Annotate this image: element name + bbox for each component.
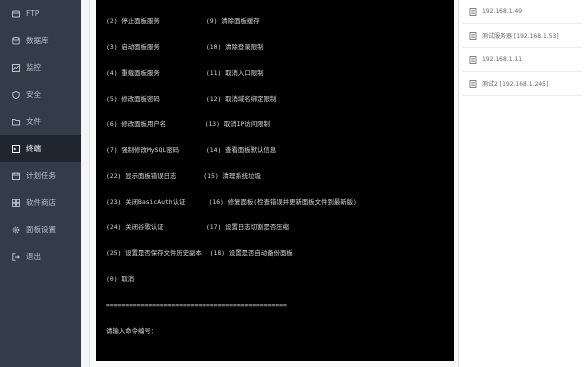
file-icon	[469, 55, 477, 64]
terminal-line: (7) 强制修改MySQL密码 (14) 查看面板默认信息	[106, 146, 277, 155]
sidebar-item-label: 数据库	[26, 36, 49, 45]
logout-icon	[12, 252, 20, 261]
sidebar-item-store[interactable]: 软件商店	[0, 189, 81, 216]
sidebar-item-label: 文件	[26, 117, 41, 126]
sidebar-item-label: 监控	[26, 63, 41, 72]
store-icon	[12, 198, 20, 207]
sidebar-item-database[interactable]: 数据库	[0, 27, 81, 54]
sidebar-item-label: 面板设置	[26, 225, 56, 234]
sidebar-item-settings[interactable]: 面板设置	[0, 216, 81, 243]
sidebar-item-terminal[interactable]: 终端	[0, 135, 81, 162]
terminal-line: (23) 关闭BasicAuth认证 (16) 修复面板(检查错误并更新面板文件…	[106, 197, 357, 206]
terminal-window[interactable]: (2) 停止面板服务 (9) 清除面板缓存 (3) 启动面板服务 (10) 清除…	[96, 0, 454, 361]
host-label: 测试2 [192.168.1.245]	[482, 81, 549, 88]
sidebar-item-label: 终端	[26, 144, 41, 153]
terminal-line: (24) 关闭谷歌认证 (17) 设置日志切割是否压缩	[106, 223, 290, 232]
sidebar-item-label: 退出	[26, 252, 41, 261]
calendar-icon	[12, 171, 20, 180]
terminal-line: (22) 显示面板错误日志 (15) 清理系统垃圾	[106, 171, 261, 180]
sidebar-item-label: 软件商店	[26, 198, 56, 207]
terminal-line: (4) 重载面板服务 (11) 取消入口限制	[106, 68, 264, 77]
sidebar-item-files[interactable]: 文件	[0, 108, 81, 135]
terminal-line: (5) 修改面板密码 (12) 取消域名绑定限制	[106, 94, 277, 103]
host-item[interactable]: 192.168.1.11	[462, 48, 582, 72]
ftp-icon	[12, 10, 20, 18]
host-list: 192.168.1.49 测试服务器 [192.168.1.53] 192.16…	[459, 0, 588, 367]
sidebar-item-label: 计划任务	[26, 171, 56, 180]
terminal-line: (0) 取消	[106, 275, 135, 283]
host-label: 测试服务器 [192.168.1.53]	[482, 33, 559, 40]
host-item[interactable]: 测试2 [192.168.1.245]	[462, 72, 582, 96]
host-label: 192.168.1.11	[482, 56, 523, 63]
sidebar-item-monitor[interactable]: 监控	[0, 54, 81, 81]
terminal-line: (3) 启动面板服务 (10) 清除登录限制	[106, 42, 264, 51]
terminal-line: ========================================…	[106, 300, 287, 309]
host-item[interactable]: 测试服务器 [192.168.1.53]	[462, 24, 582, 48]
host-label: 192.168.1.49	[482, 8, 523, 15]
terminal-prompt: 请输入命令编号：	[106, 326, 158, 335]
sidebar-item-ftp[interactable]: FTP	[0, 0, 81, 27]
sidebar-item-label: 安全	[26, 90, 41, 99]
sidebar-item-label: FTP	[26, 9, 40, 18]
file-icon	[469, 7, 477, 16]
terminal-line: (25) 设置是否保存文件历史副本 (18) 设置是否自动备份面板	[106, 249, 293, 258]
sidebar-item-security[interactable]: 安全	[0, 81, 81, 108]
terminal-line: (6) 修改面板用户名 (13) 取消IP访问限制	[106, 120, 270, 129]
gear-icon	[12, 226, 20, 234]
terminal-line: (2) 停止面板服务 (9) 清除面板缓存	[106, 17, 260, 26]
terminal-panel: (2) 停止面板服务 (9) 清除面板缓存 (3) 启动面板服务 (10) 清除…	[89, 0, 459, 367]
terminal-icon	[12, 144, 20, 153]
terminal-output: (2) 停止面板服务 (9) 清除面板缓存 (3) 启动面板服务 (10) 清除…	[96, 0, 454, 352]
sidebar: FTP 数据库 监控 安全 文件 终端 计划任务 软件商店 面板设置 退出	[0, 0, 81, 367]
file-icon	[469, 79, 477, 88]
folder-icon	[12, 118, 20, 126]
host-item[interactable]: 192.168.1.49	[462, 0, 582, 24]
database-icon	[12, 36, 20, 45]
shield-icon	[12, 90, 20, 99]
main-area: (2) 停止面板服务 (9) 清除面板缓存 (3) 启动面板服务 (10) 清除…	[81, 0, 588, 367]
file-icon	[469, 31, 477, 40]
sidebar-item-logout[interactable]: 退出	[0, 243, 81, 270]
monitor-icon	[12, 63, 20, 72]
sidebar-item-cron[interactable]: 计划任务	[0, 162, 81, 189]
